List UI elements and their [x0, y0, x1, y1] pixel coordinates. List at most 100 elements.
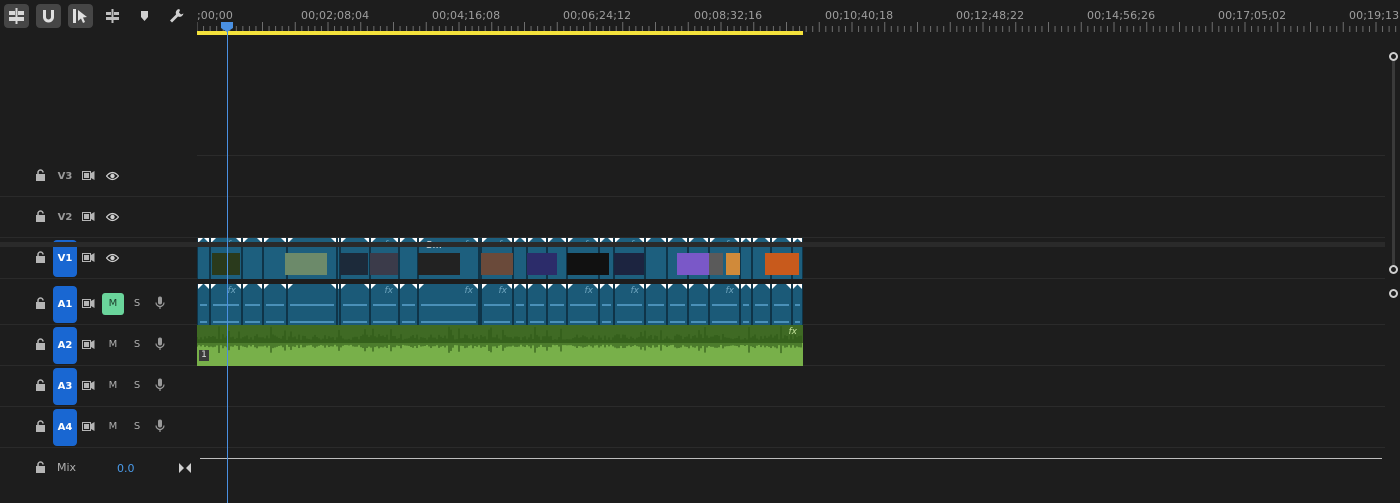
lock-icon[interactable] — [35, 210, 46, 223]
audio-clip[interactable] — [599, 284, 614, 325]
audio-clip[interactable] — [667, 284, 688, 325]
audio-clip[interactable]: fx — [709, 284, 740, 325]
audio-clip-waveform — [516, 321, 524, 323]
sync-lock-icon[interactable] — [82, 211, 95, 222]
playhead-line[interactable] — [227, 30, 228, 503]
audio-clip[interactable]: fx — [567, 284, 599, 325]
timeline-settings-button[interactable] — [164, 4, 189, 28]
insert-and-overwrite-icon — [9, 8, 24, 24]
eye-icon[interactable] — [106, 253, 119, 263]
track-target-a3[interactable]: A3 — [53, 368, 77, 405]
audio-clip[interactable] — [513, 284, 527, 325]
sync-lock-icon[interactable] — [82, 421, 95, 432]
mix-volume-value[interactable]: 0.0 — [117, 462, 135, 475]
track-lane-a3[interactable] — [197, 366, 1385, 407]
sync-lock-icon[interactable] — [82, 339, 95, 350]
lock-icon[interactable] — [35, 169, 46, 182]
clip-corner-marker — [765, 284, 770, 289]
audio-clip-waveform — [795, 304, 800, 306]
audio-clip-waveform — [266, 321, 284, 323]
sync-lock-icon[interactable] — [82, 298, 95, 309]
lock-icon[interactable] — [35, 251, 46, 264]
clip-corner-marker — [331, 284, 336, 289]
scrollbar-handle-audio-top[interactable] — [1389, 289, 1398, 298]
audio-clip[interactable] — [752, 284, 771, 325]
audio-clip-waveform — [266, 304, 284, 306]
video-audio-divider[interactable] — [0, 242, 1400, 247]
go-to-end-icon[interactable] — [179, 463, 191, 473]
track-lane-a1[interactable]: fx fx fx fx fx fx fx — [197, 284, 1385, 325]
lock-icon[interactable] — [35, 461, 46, 474]
microphone-icon[interactable] — [155, 296, 165, 310]
lock-icon[interactable] — [35, 338, 46, 351]
a2-audio-clip[interactable]: 1 fx — [197, 325, 803, 366]
track-header-v3: V3 — [0, 156, 197, 197]
snap-button[interactable] — [36, 4, 61, 28]
clip-thumbnail — [677, 253, 709, 275]
solo-button-a3[interactable]: S — [129, 375, 145, 397]
scrollbar-handle-top[interactable] — [1389, 52, 1398, 61]
track-area[interactable]: fxfxfxfxfxfxfxS... fxfxfxfxfxfxfx 1 fx — [197, 36, 1385, 503]
audio-clip[interactable] — [242, 284, 263, 325]
audio-clip[interactable]: fx — [210, 284, 242, 325]
track-lane-a4[interactable] — [197, 407, 1385, 448]
solo-button-a1[interactable]: S — [129, 293, 145, 315]
lock-icon[interactable] — [35, 420, 46, 433]
audio-clip[interactable] — [527, 284, 547, 325]
track-target-a2[interactable]: A2 — [53, 327, 77, 364]
time-ruler[interactable]: ;00;00 00;02;08;04 00;04;16;08 00;06;24;… — [197, 0, 1400, 36]
audio-clip-waveform — [200, 321, 207, 323]
track-target-v3[interactable]: V3 — [53, 158, 77, 195]
mute-button-a4[interactable]: M — [102, 416, 124, 438]
audio-clip[interactable] — [645, 284, 667, 325]
audio-clip[interactable]: fx — [418, 284, 479, 325]
mute-button-a1[interactable]: M — [102, 293, 124, 315]
audio-clip[interactable] — [792, 284, 803, 325]
solo-button-a4[interactable]: S — [129, 416, 145, 438]
audio-clip[interactable]: fx — [614, 284, 645, 325]
mute-button-a3[interactable]: M — [102, 375, 124, 397]
scrollbar-track-video[interactable] — [1392, 56, 1395, 266]
mute-button-a2[interactable]: M — [102, 334, 124, 356]
microphone-icon[interactable] — [155, 378, 165, 392]
audio-clip[interactable] — [547, 284, 567, 325]
audio-clip[interactable] — [287, 284, 337, 325]
track-target-a4[interactable]: A4 — [53, 409, 77, 446]
track-target-v2[interactable]: V2 — [53, 199, 77, 236]
clip-corner-marker — [710, 284, 715, 289]
eye-icon[interactable] — [106, 171, 119, 181]
sync-lock-icon[interactable] — [82, 380, 95, 391]
audio-clip[interactable] — [263, 284, 287, 325]
track-header-a1: A1 M S — [0, 284, 197, 325]
mix-volume-line[interactable] — [200, 458, 1382, 459]
sync-lock-icon[interactable] — [82, 252, 95, 263]
track-lane-v2[interactable] — [197, 197, 1385, 238]
linked-selection-button[interactable] — [100, 4, 125, 28]
add-marker-button[interactable] — [132, 4, 157, 28]
track-lane-v3[interactable] — [197, 156, 1385, 197]
track-target-a1[interactable]: A1 — [53, 286, 77, 323]
audio-clip[interactable]: fx — [481, 284, 513, 325]
eye-icon[interactable] — [106, 212, 119, 222]
insert-overwrite-button[interactable] — [4, 4, 29, 28]
sync-lock-icon[interactable] — [82, 170, 95, 181]
clip-thumbnail — [527, 253, 557, 275]
audio-clip[interactable] — [340, 284, 370, 325]
microphone-icon[interactable] — [155, 419, 165, 433]
lock-icon[interactable] — [35, 297, 46, 310]
audio-clip[interactable] — [399, 284, 418, 325]
solo-button-a2[interactable]: S — [129, 334, 145, 356]
selection-tool-button[interactable] — [68, 4, 93, 28]
fx-badge: fx — [384, 286, 394, 296]
audio-clip[interactable] — [197, 284, 210, 325]
audio-clip[interactable]: fx — [370, 284, 399, 325]
lock-icon[interactable] — [35, 379, 46, 392]
scrollbar-handle-video-bottom[interactable] — [1389, 265, 1398, 274]
audio-clip[interactable] — [771, 284, 792, 325]
audio-clip[interactable] — [740, 284, 752, 325]
vertical-scrollbar[interactable] — [1385, 36, 1400, 503]
audio-clip[interactable] — [688, 284, 709, 325]
microphone-icon[interactable] — [155, 337, 165, 351]
timeline-toolbar — [0, 0, 197, 34]
work-area-bar[interactable] — [197, 31, 803, 35]
